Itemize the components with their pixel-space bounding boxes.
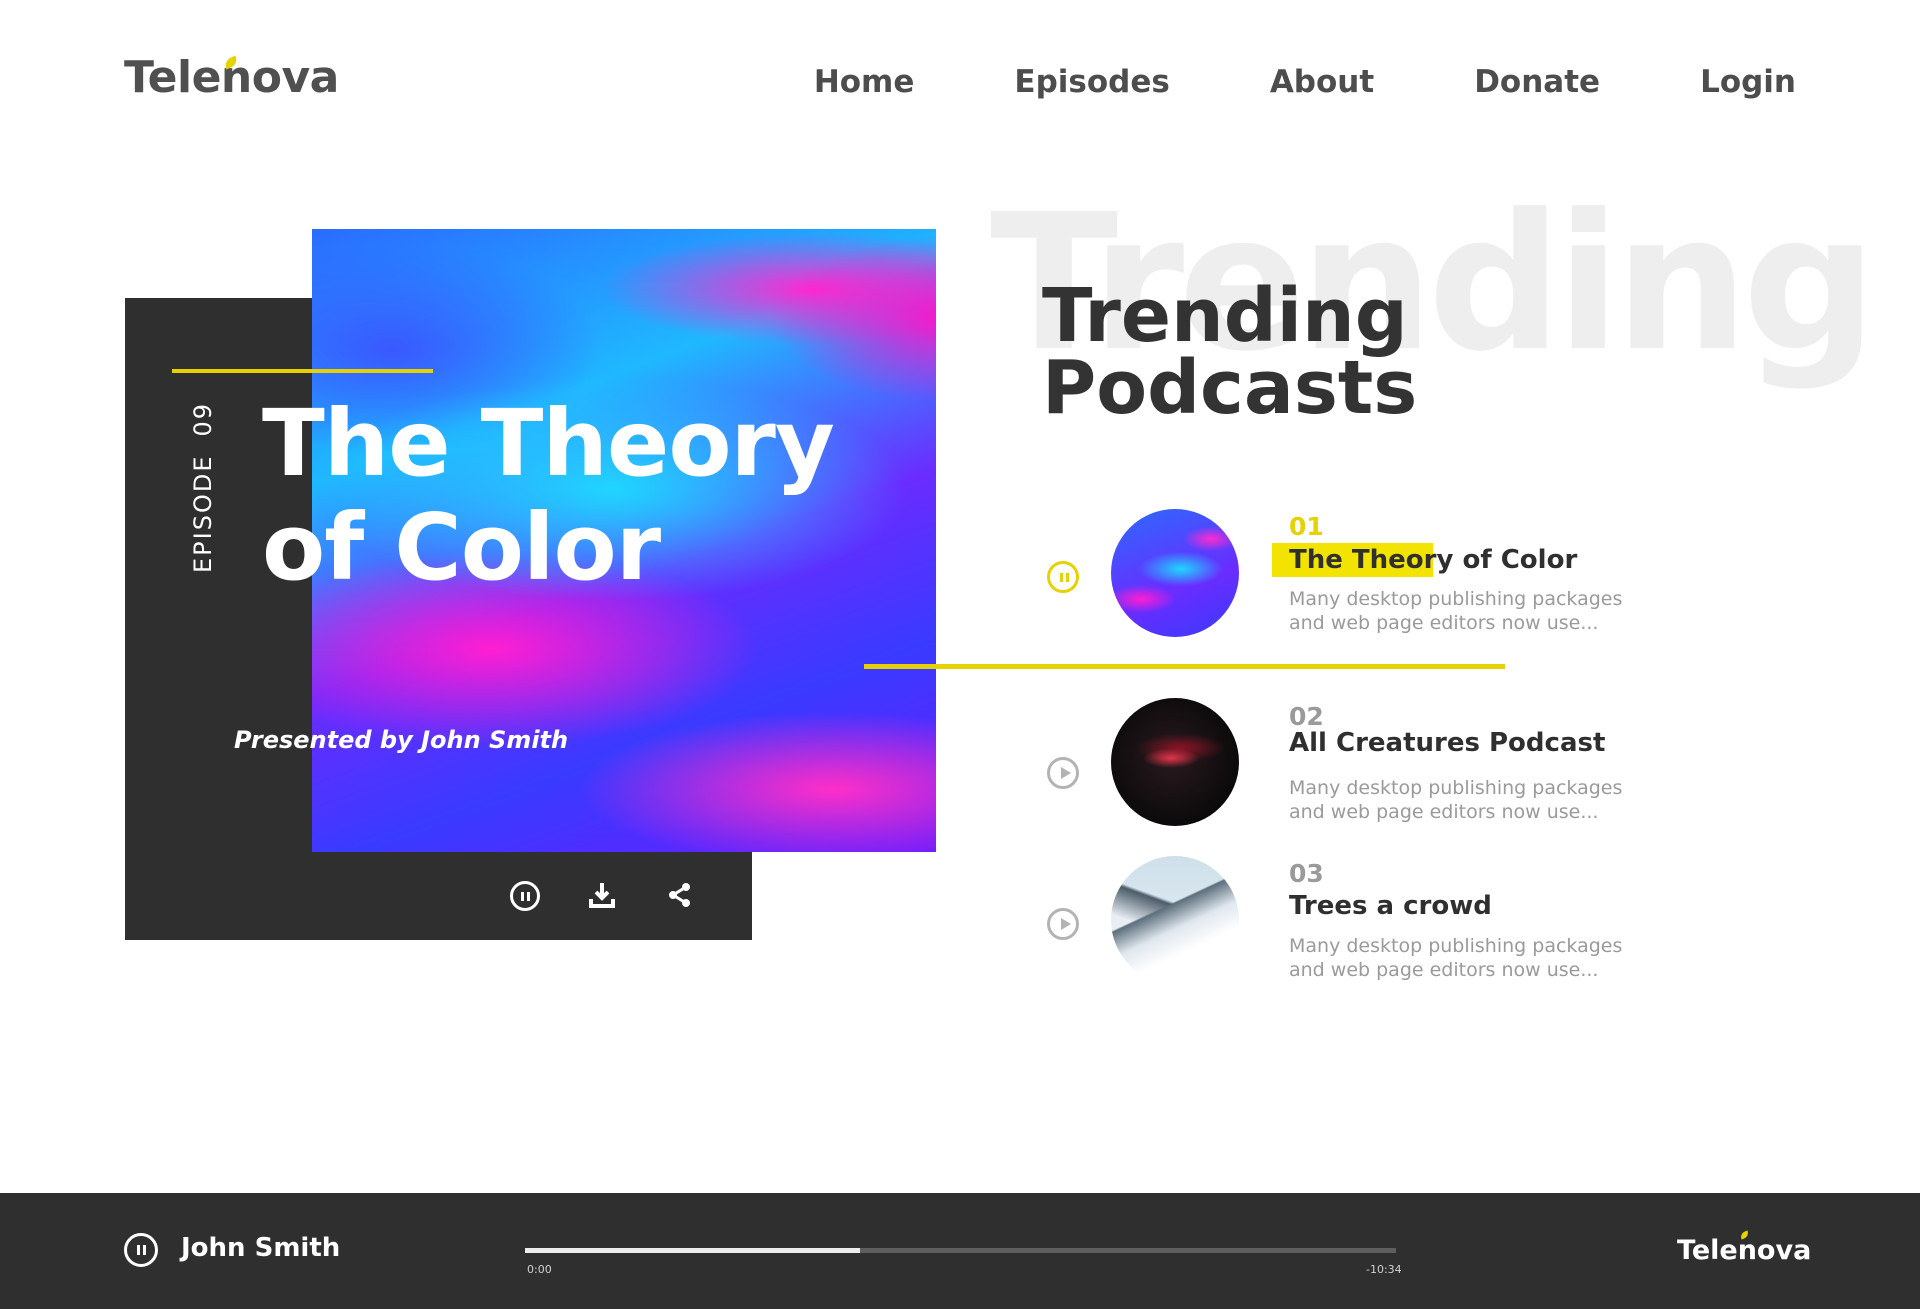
- feature-title-line1: The Theory: [262, 390, 835, 497]
- podcast-description-line1: Many desktop publishing packages: [1289, 777, 1623, 799]
- episode-label-text: EPISODE: [189, 454, 217, 573]
- podcast-title[interactable]: Trees a crowd: [1289, 891, 1492, 921]
- podcast-description-line1: Many desktop publishing packages: [1289, 935, 1623, 957]
- episode-label: EPISODE 09: [189, 402, 217, 573]
- nav-home[interactable]: Home: [814, 64, 915, 100]
- podcast-number: 03: [1289, 859, 1324, 888]
- podcast-description: Many desktop publishing packages and web…: [1289, 934, 1649, 982]
- brand-logo[interactable]: Telenova: [124, 52, 339, 103]
- episode-number: 09: [189, 401, 217, 437]
- feature-title-line2: of Color: [262, 494, 661, 601]
- section-title-line2: Podcasts: [1042, 345, 1418, 431]
- podcast-description-line1: Many desktop publishing packages: [1289, 588, 1623, 610]
- pause-icon[interactable]: [510, 881, 540, 911]
- remaining-time: -10:34: [1366, 1263, 1402, 1276]
- podcast-number: 02: [1289, 702, 1324, 731]
- section-title: Trending Podcasts: [1042, 273, 1418, 431]
- podcast-thumbnail[interactable]: [1111, 698, 1239, 826]
- section-title-line1: Trending: [1042, 273, 1408, 359]
- share-icon[interactable]: [665, 880, 695, 910]
- nav-login[interactable]: Login: [1700, 64, 1796, 100]
- audio-player-bar: John Smith 0:00 -10:34 Telenova: [0, 1193, 1920, 1309]
- feature-title: The Theory of Color: [262, 392, 862, 600]
- nav-episodes[interactable]: Episodes: [1014, 64, 1169, 100]
- pause-icon[interactable]: [1047, 561, 1079, 593]
- pause-icon[interactable]: [124, 1233, 158, 1267]
- player-presenter: John Smith: [181, 1233, 341, 1263]
- footer-logo-text: Telenova: [1677, 1235, 1812, 1266]
- footer-logo[interactable]: Telenova: [1677, 1230, 1812, 1266]
- progress-fill: [525, 1248, 861, 1253]
- download-icon[interactable]: [587, 880, 617, 910]
- podcast-description: Many desktop publishing packages and web…: [1289, 776, 1649, 824]
- podcast-description: Many desktop publishing packages and web…: [1289, 587, 1649, 635]
- podcast-thumbnail[interactable]: [1111, 856, 1239, 984]
- current-time: 0:00: [527, 1263, 552, 1276]
- podcast-title[interactable]: The Theory of Color: [1289, 545, 1577, 575]
- play-icon[interactable]: [1047, 908, 1079, 940]
- feature-presenter: Presented by John Smith: [234, 726, 569, 754]
- podcast-number: 01: [1289, 512, 1324, 541]
- active-item-divider: [864, 664, 1505, 669]
- progress-track[interactable]: [525, 1248, 1396, 1253]
- podcast-title[interactable]: All Creatures Podcast: [1289, 728, 1605, 758]
- podcast-description-line2: and web page editors now use...: [1289, 959, 1599, 981]
- podcast-description-line2: and web page editors now use...: [1289, 801, 1599, 823]
- nav-about[interactable]: About: [1270, 64, 1374, 100]
- nav-donate[interactable]: Donate: [1474, 64, 1600, 100]
- main-nav: Home Episodes About Donate Login: [814, 64, 1796, 100]
- accent-divider: [172, 369, 433, 373]
- podcast-thumbnail[interactable]: [1111, 509, 1239, 637]
- podcast-description-line2: and web page editors now use...: [1289, 612, 1599, 634]
- play-icon[interactable]: [1047, 757, 1079, 789]
